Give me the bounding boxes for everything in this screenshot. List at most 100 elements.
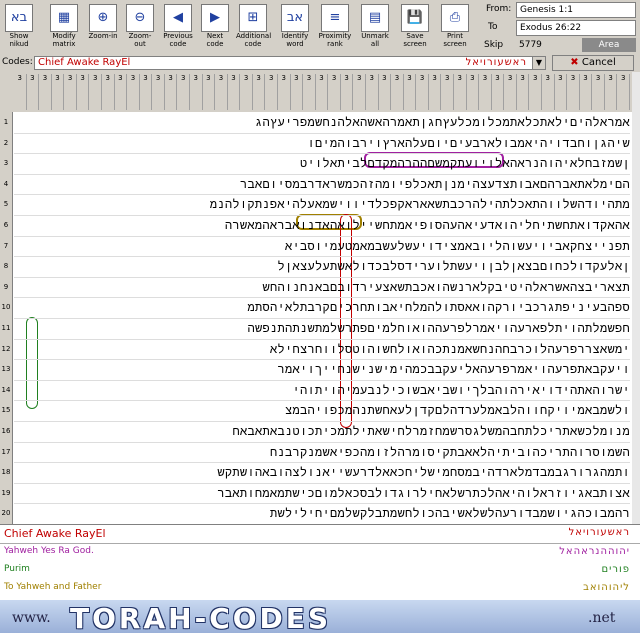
column-header: 3 [77, 74, 90, 110]
found-code-hebrew-3: פורים [601, 564, 630, 575]
matrix-row: ימשאצררפרעהלוכרבחהנחשאמנתכהואולחשוהוטסלו… [14, 339, 630, 361]
unmark-all-button[interactable]: ▤ Unmark all [358, 2, 392, 52]
torah-codes-banner: www. TORAH-CODES .net [0, 600, 640, 635]
codes-dropdown-arrow-icon[interactable]: ▼ [532, 56, 546, 70]
column-header: 3 [404, 74, 417, 110]
letter-matrix[interactable]: 1 אמראלהיםילאתכלאתמכלומכלעץחגןתאמרהאשהאלה… [0, 112, 632, 525]
column-header: 3 [27, 74, 40, 110]
column-header: 3 [102, 74, 115, 110]
codes-value: Chief Awake RayEl [38, 57, 131, 68]
column-header: 3 [165, 74, 178, 110]
nikud-icon: בא [5, 4, 33, 32]
matrix-row: הםימלאתאברהםאבותצדעצהימנןתאכלפיומהזהכמשר… [14, 174, 630, 196]
next-code-button[interactable]: ▶ Next code [198, 2, 232, 52]
to-field[interactable]: Exodus 26:22 [516, 20, 636, 36]
column-header: 3 [504, 74, 517, 110]
found-code-hebrew-2: יהוההנראהאל [559, 546, 630, 557]
cancel-button[interactable]: ✖ Cancel [552, 55, 634, 71]
to-label: To [488, 22, 498, 32]
column-header: 3 [366, 74, 379, 110]
row-number: 16 [0, 421, 13, 442]
area-button[interactable]: Area [582, 38, 636, 52]
column-header: 3 [379, 74, 392, 110]
matrix-row: ספהבעיניפתגרכביורקהואאסתולהמלחיאבותחרכים… [14, 297, 630, 319]
column-header: 3 [52, 74, 65, 110]
zoom-in-label: Zoom-in [88, 32, 118, 40]
found-code-label-2: Yahweh Yes Ra God. [4, 546, 94, 556]
row-number: 15 [0, 400, 13, 421]
found-code-label-4: To Yahweh and Father [4, 582, 102, 592]
found-code-row-1[interactable]: Chief Awake RayEl ראשעורויאל [0, 525, 640, 544]
print-screen-label: Print screen [443, 32, 467, 48]
matrix-row: ולשמבאמיויקחווהלבאמלערדהלםקדןלעאחשתנהמכפ… [14, 400, 630, 422]
proximity-rank-button[interactable]: ≡ Proximity rank [318, 2, 352, 52]
found-code-row-4[interactable]: To Yahweh and Father ליהוהואב [0, 580, 640, 598]
modify-matrix-button[interactable]: ▦ Modify matrix [47, 2, 81, 52]
matrix-row: אהאקדואתחשתיחליהואדעיאהעהסופיאמתחשיילואה… [14, 215, 630, 237]
zoom-in-button[interactable]: ⊕ Zoom-in [86, 2, 120, 52]
save-icon: 💾 [401, 4, 429, 32]
vertical-scrollbar[interactable] [632, 72, 640, 524]
next-arrow-icon: ▶ [201, 4, 229, 32]
from-field[interactable]: Genesis 1:1 [516, 2, 636, 18]
column-header: 3 [39, 74, 52, 110]
matrix-row: מתהיודהשלווהתאכלתהילהרכבתשאאראקפכלדיוויש… [14, 194, 630, 216]
row-number: 12 [0, 338, 13, 360]
found-code-label-1: Chief Awake RayEl [4, 527, 106, 540]
previous-arrow-icon: ◀ [164, 4, 192, 32]
proximity-rank-label: Proximity rank [318, 32, 352, 48]
identify-word-button[interactable]: אב Identify word [278, 2, 312, 52]
column-header: 3 [441, 74, 454, 110]
column-header: 3 [265, 74, 278, 110]
proximity-rank-icon: ≡ [321, 4, 349, 32]
identify-word-label: Identify word [281, 32, 309, 48]
row-number: 2 [0, 132, 13, 154]
matrix-row: ותמהגרורגבמבדמלארדהיבמסחמישליחכאאלדרעשיי… [14, 462, 630, 484]
column-header: 3 [492, 74, 505, 110]
found-code-row-2[interactable]: Yahweh Yes Ra God. יהוההנראהאל [0, 544, 640, 562]
show-nikud-label: Show nikud [9, 32, 29, 48]
show-nikud-button[interactable]: בא Show nikud [2, 2, 36, 52]
column-header: 3 [542, 74, 555, 110]
row-number: 8 [0, 256, 13, 277]
identify-word-icon: אב [281, 4, 309, 32]
previous-code-button[interactable]: ◀ Previous code [161, 2, 195, 52]
unmark-icon: ▤ [361, 4, 389, 32]
row-number: 14 [0, 379, 13, 401]
print-screen-button[interactable]: ⎙ Print screen [438, 2, 472, 52]
column-header: 3 [228, 74, 241, 110]
zoom-out-label: Zoom-out [128, 32, 152, 48]
column-header: 3 [353, 74, 366, 110]
column-header: 3 [140, 74, 153, 110]
additional-code-button[interactable]: ⊞ Additional code [236, 2, 272, 52]
banner-www: www. [12, 610, 51, 626]
column-header: 3 [291, 74, 304, 110]
additional-code-label: Additional code [236, 32, 272, 48]
save-screen-button[interactable]: 💾 Save screen [398, 2, 432, 52]
column-header: 3 [467, 74, 480, 110]
zoom-in-icon: ⊕ [89, 4, 117, 32]
matrix-row: מנומלכשאתריכלתחבהמשלגסרשמחזמרלחישאתילתמכ… [14, 421, 630, 443]
column-header: 3 [64, 74, 77, 110]
column-header: 3 [592, 74, 605, 110]
row-number: 13 [0, 359, 13, 380]
zoom-out-button[interactable]: ⊖ Zoom-out [123, 2, 157, 52]
column-header: 3 [215, 74, 228, 110]
matrix-row: חפשמלתהויתלפארעהויאמרלפרעההואוחלמיםפתרשל… [14, 318, 630, 340]
column-header: 3 [203, 74, 216, 110]
column-header: 3 [190, 74, 203, 110]
found-code-hebrew-1: ראשעורויאל [568, 527, 630, 538]
skip-label: Skip [484, 40, 504, 50]
row-number: 1 [0, 112, 13, 133]
column-header: 3 [416, 74, 429, 110]
codes-select[interactable]: Chief Awake RayEl ראשעורויאל [34, 56, 546, 70]
additional-code-icon: ⊞ [239, 4, 267, 32]
row-number: 18 [0, 462, 13, 483]
codes-bar: Codes: Chief Awake RayEl ראשעורויאל ▼ ✖ … [0, 54, 640, 72]
row-number: 10 [0, 297, 13, 318]
matrix-row: אצותבאגיוזראלוהיאהלכתרשלאחילרוגדולבסכאלמ… [14, 483, 630, 505]
found-code-row-3[interactable]: Purim פורים [0, 562, 640, 580]
skip-value: 5779 [516, 38, 579, 52]
column-header: 3 [567, 74, 580, 110]
found-codes-panel: Chief Awake RayEl ראשעורויאל Yahweh Yes … [0, 524, 640, 601]
